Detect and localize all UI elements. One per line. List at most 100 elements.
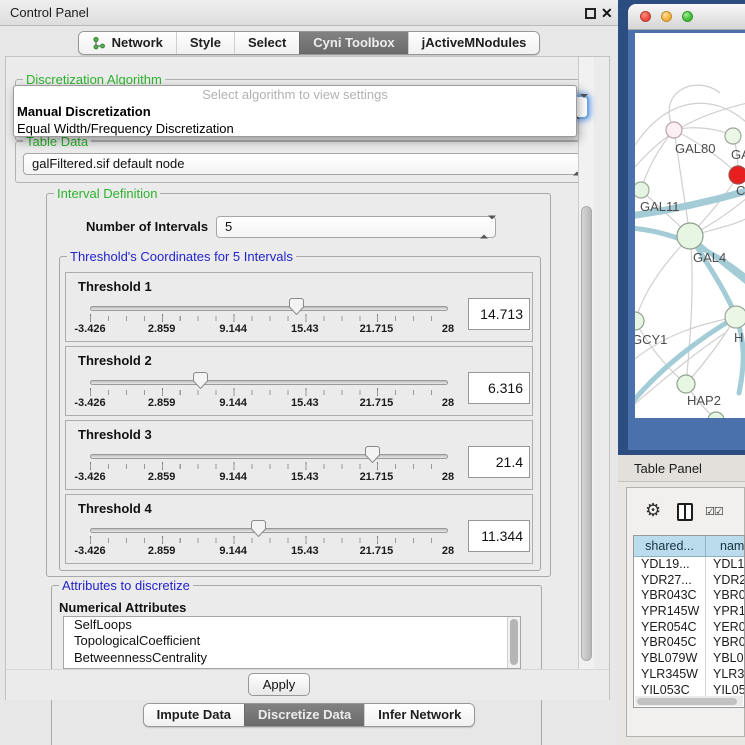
table-cell-shared-name[interactable]: YPR145W xyxy=(634,604,706,620)
table-row[interactable]: YPR145WYPR145W xyxy=(634,604,744,620)
attribute-list-item[interactable]: SelfLoops xyxy=(64,617,520,633)
apply-button[interactable]: Apply xyxy=(248,673,310,696)
close-traffic-light-icon[interactable] xyxy=(640,11,651,22)
table-cell-name[interactable]: YLR345W xyxy=(706,667,744,683)
table-cell-shared-name[interactable]: YBL079W xyxy=(634,651,706,667)
number-of-intervals-combo[interactable]: 5 xyxy=(216,216,496,238)
table-data-combo[interactable]: galFiltered.sif default node xyxy=(23,153,589,175)
column-header-shared-name[interactable]: shared... xyxy=(634,536,706,556)
slider-tick-labels: -3.4262.8599.14415.4321.71528 xyxy=(90,545,448,557)
numerical-attributes-list[interactable]: SelfLoopsTopologicalCoefficientBetweenne… xyxy=(63,616,521,669)
list-scrollbar[interactable] xyxy=(507,617,520,668)
threshold-3-slider-thumb[interactable] xyxy=(365,446,380,463)
threshold-2-slider-thumb[interactable] xyxy=(193,372,208,389)
network-node[interactable] xyxy=(725,306,745,328)
table-row[interactable]: YBL079WYBL079W xyxy=(634,651,744,667)
threshold-1-slider-track[interactable] xyxy=(90,306,448,311)
table-horizontal-scrollbar[interactable] xyxy=(635,696,743,706)
panel-scrollbar-thumb[interactable] xyxy=(581,206,592,661)
table-cell-name[interactable]: YBR043C xyxy=(706,588,744,604)
table-cell-shared-name[interactable]: YDL19... xyxy=(634,557,706,573)
tab-impute-data-label: Impute Data xyxy=(157,704,231,726)
network-node[interactable] xyxy=(729,166,745,184)
slider-tick-label: -3.426 xyxy=(74,471,105,483)
algorithm-option-manual[interactable]: Manual Discretization xyxy=(14,103,576,120)
table-cell-name[interactable]: YDL19... xyxy=(706,557,744,573)
attribute-list-item[interactable]: TopologicalCoefficient xyxy=(64,633,520,649)
tab-discretize-data[interactable]: Discretize Data xyxy=(244,704,364,726)
table-row[interactable]: YDL19...YDL19... xyxy=(634,557,744,573)
network-edge[interactable] xyxy=(641,130,674,190)
table-cell-name[interactable]: YDR27... xyxy=(706,573,744,589)
threshold-2-value[interactable]: 6.316 xyxy=(468,372,530,404)
network-node[interactable] xyxy=(677,223,703,249)
threshold-1-value[interactable]: 14.713 xyxy=(468,298,530,330)
panel-scrollbar[interactable] xyxy=(578,57,594,699)
network-node-label: H xyxy=(734,330,743,345)
table-cell-shared-name[interactable]: YLR345W xyxy=(634,667,706,683)
network-node[interactable] xyxy=(635,312,644,330)
close-icon[interactable]: ✕ xyxy=(601,4,613,22)
threshold-1-slider-thumb[interactable] xyxy=(289,298,304,315)
tab-style[interactable]: Style xyxy=(176,32,234,54)
table-row[interactable]: YBR045CYBR045C xyxy=(634,635,744,651)
network-node[interactable] xyxy=(725,128,741,144)
threshold-4-slider-track[interactable] xyxy=(90,528,448,533)
network-node[interactable] xyxy=(666,122,682,138)
network-edge[interactable] xyxy=(686,236,692,384)
tab-cyni-toolbox[interactable]: Cyni Toolbox xyxy=(299,32,407,54)
algorithm-option-equal-width[interactable]: Equal Width/Frequency Discretization xyxy=(14,120,576,137)
table-cell-name[interactable]: YER054C xyxy=(706,620,744,636)
network-edge[interactable] xyxy=(635,236,690,321)
tab-select-label: Select xyxy=(248,32,286,54)
slider-tick-label: 28 xyxy=(442,545,454,557)
threshold-2-slider-track[interactable] xyxy=(90,380,448,385)
table-row[interactable]: YDR27...YDR27... xyxy=(634,573,744,589)
network-node[interactable] xyxy=(635,182,649,198)
slider-tick-label: 28 xyxy=(442,323,454,335)
tab-infer-network[interactable]: Infer Network xyxy=(364,704,474,726)
threshold-3-slider-track[interactable] xyxy=(90,454,448,459)
gear-icon[interactable]: ⚙ xyxy=(645,500,661,521)
table-horizontal-scrollbar-thumb[interactable] xyxy=(637,698,737,705)
network-canvas[interactable]: GAL80GACGAL11GAL4GCY1HHAP2 xyxy=(635,33,745,418)
tab-jactivemnodules-label: jActiveMNodules xyxy=(422,32,527,54)
table-cell-name[interactable]: YBR045C xyxy=(706,635,744,651)
table-cell-shared-name[interactable]: YBR043C xyxy=(634,588,706,604)
slider-tick-labels: -3.4262.8599.14415.4321.71528 xyxy=(90,471,448,483)
column-header-name[interactable]: name xyxy=(706,536,744,556)
minimize-traffic-light-icon[interactable] xyxy=(661,11,672,22)
table-row[interactable]: YLR345WYLR345W xyxy=(634,667,744,683)
tab-discretize-data-label: Discretize Data xyxy=(258,704,351,726)
checkboxes-icon[interactable]: ☑☑ xyxy=(705,505,723,518)
columns-icon[interactable] xyxy=(677,503,693,521)
slider-tick-label: -3.426 xyxy=(74,545,105,557)
slider-tick-label: 2.859 xyxy=(148,471,176,483)
slider-tick-labels: -3.4262.8599.14415.4321.71528 xyxy=(90,397,448,409)
algorithm-popup-hint: Select algorithm to view settings xyxy=(14,86,576,103)
table-cell-shared-name[interactable]: YER054C xyxy=(634,620,706,636)
network-node[interactable] xyxy=(677,375,695,393)
table-cell-shared-name[interactable]: YBR045C xyxy=(634,635,706,651)
slider-tick-label: 28 xyxy=(442,471,454,483)
attribute-list-item[interactable]: BetweennessCentrality xyxy=(64,650,520,666)
tab-network[interactable]: Network xyxy=(79,32,176,54)
zoom-traffic-light-icon[interactable] xyxy=(682,11,693,22)
table-row[interactable]: YBR043CYBR043C xyxy=(634,588,744,604)
threshold-4-slider-thumb[interactable] xyxy=(251,520,266,537)
table-row[interactable]: YER054CYER054C xyxy=(634,620,744,636)
tab-jactivemnodules[interactable]: jActiveMNodules xyxy=(408,32,540,54)
float-window-icon[interactable] xyxy=(585,8,596,19)
tab-select[interactable]: Select xyxy=(234,32,299,54)
table-cell-name[interactable]: YPR145W xyxy=(706,604,744,620)
network-graph[interactable]: GAL80GACGAL11GAL4GCY1HHAP2 xyxy=(635,33,745,418)
threshold-4-value[interactable]: 11.344 xyxy=(468,520,530,552)
tab-impute-data[interactable]: Impute Data xyxy=(144,704,244,726)
table-cell-shared-name[interactable]: YDR27... xyxy=(634,573,706,589)
network-node[interactable] xyxy=(708,412,724,418)
threshold-3-value[interactable]: 21.4 xyxy=(468,446,530,478)
list-scrollbar-thumb[interactable] xyxy=(510,619,518,665)
network-window-titlebar[interactable] xyxy=(628,4,745,30)
network-edge[interactable] xyxy=(686,317,736,384)
table-cell-name[interactable]: YBL079W xyxy=(706,651,744,667)
